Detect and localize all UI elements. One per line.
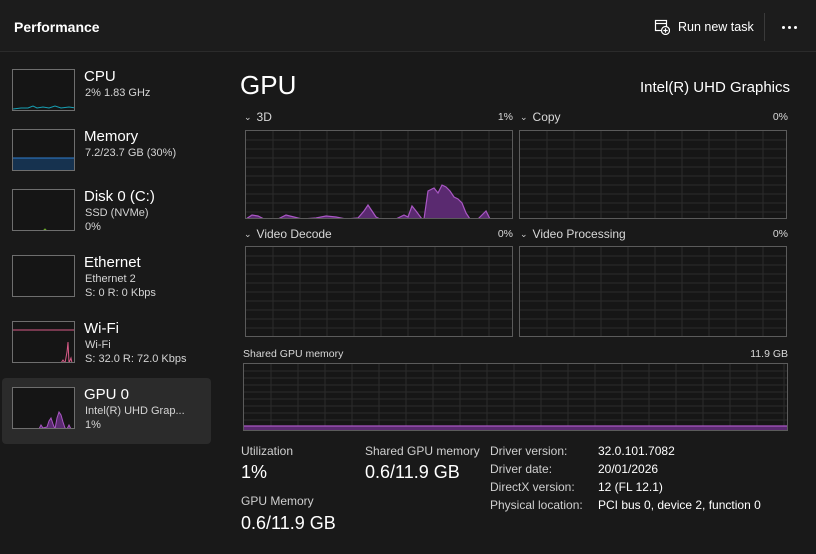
shared-gpu-memory-label: Shared GPU memory [365, 444, 480, 458]
run-new-task-label: Run new task [678, 20, 754, 34]
engine-label: 3D [256, 110, 272, 124]
engine-label: Video Processing [532, 227, 626, 241]
gpu-memory-value: 0.6/11.9 GB [241, 513, 336, 533]
memory-thumbnail-graph [12, 129, 75, 171]
gpu-device-name: Intel(R) UHD Graphics [639, 79, 790, 96]
chevron-down-icon: ⌄ [520, 111, 528, 122]
sidebar-item-memory[interactable]: Memory 7.2/23.7 GB (30%) [2, 120, 211, 186]
chevron-down-icon: ⌄ [244, 228, 252, 239]
graph-3d-svg [246, 131, 512, 218]
sidebar-item-detail-2: S: 32.0 R: 72.0 Kbps [85, 353, 187, 365]
more-horizontal-icon [780, 25, 798, 29]
gpu-thumbnail-graph [12, 387, 75, 429]
driver-version-label: Driver version: [490, 444, 568, 458]
sidebar-item-detail-2: 1% [85, 419, 101, 431]
graph-3d [245, 130, 513, 219]
graph-video-processing-svg [520, 247, 786, 336]
sidebar-item-gpu-0[interactable]: GPU 0 Intel(R) UHD Grap... 1% [2, 378, 211, 444]
graph-copy-svg [520, 131, 786, 218]
run-task-icon [654, 19, 670, 35]
shared-memory-label: Shared GPU memory [243, 348, 344, 360]
sidebar-item-name: GPU 0 [84, 386, 130, 403]
driver-date-value: 20/01/2026 [598, 462, 659, 476]
gpu-memory-label: GPU Memory [241, 494, 314, 508]
engine-selector-video-decode[interactable]: ⌄ Video Decode [244, 227, 332, 241]
graph-video-decode [245, 246, 513, 337]
sidebar-item-name: Memory [84, 128, 139, 145]
sidebar-item-name: CPU [84, 68, 116, 85]
chevron-down-icon: ⌄ [520, 228, 528, 239]
ethernet-thumbnail-graph [12, 255, 75, 297]
sidebar-item-detail: Wi-Fi [85, 339, 111, 351]
cpu-thumbnail-graph [12, 69, 75, 111]
toolbar-divider [764, 13, 765, 41]
driver-date-label: Driver date: [490, 462, 553, 476]
shared-memory-max: 11.9 GB [750, 348, 788, 360]
graph-video-processing [519, 246, 787, 337]
sidebar-item-name: Wi-Fi [84, 320, 119, 337]
directx-version-label: DirectX version: [490, 480, 575, 494]
graph-shared-memory-svg [244, 364, 787, 430]
sidebar-item-detail: 7.2/23.7 GB (30%) [85, 147, 177, 159]
run-new-task-button[interactable]: Run new task [646, 12, 762, 42]
utilization-value: 1% [241, 462, 268, 482]
top-bar: Performance Run new task [0, 0, 816, 52]
disk-thumbnail-graph [12, 189, 75, 231]
sidebar-item-detail: 2% 1.83 GHz [85, 87, 151, 99]
graph-copy [519, 130, 787, 219]
engine-percent: 1% [497, 111, 513, 123]
directx-version-value: 12 (FL 12.1) [598, 480, 663, 494]
engine-percent: 0% [772, 228, 788, 240]
engine-selector-video-processing[interactable]: ⌄ Video Processing [520, 227, 626, 241]
physical-location-label: Physical location: [490, 498, 583, 512]
sidebar-item-ethernet[interactable]: Ethernet Ethernet 2 S: 0 R: 0 Kbps [2, 246, 211, 312]
engine-selector-3d[interactable]: ⌄ 3D [244, 110, 272, 124]
more-options-button[interactable] [772, 12, 806, 42]
driver-version-value: 32.0.101.7082 [598, 444, 675, 458]
engine-percent: 0% [497, 228, 513, 240]
physical-location-value: PCI bus 0, device 2, function 0 [598, 498, 761, 512]
sidebar-item-name: Ethernet [84, 254, 141, 271]
sidebar-item-detail-2: 0% [85, 221, 101, 233]
sidebar-item-detail-2: S: 0 R: 0 Kbps [85, 287, 156, 299]
engine-selector-copy[interactable]: ⌄ Copy [520, 110, 561, 124]
gpu-title: GPU [240, 70, 297, 100]
chevron-down-icon: ⌄ [244, 111, 252, 122]
engine-label: Video Decode [256, 227, 332, 241]
sidebar-item-name: Disk 0 (C:) [84, 188, 155, 205]
sidebar-item-detail: SSD (NVMe) [85, 207, 149, 219]
sidebar-item-cpu[interactable]: CPU 2% 1.83 GHz [2, 60, 211, 126]
page-title: Performance [14, 19, 100, 35]
sidebar-item-disk-0[interactable]: Disk 0 (C:) SSD (NVMe) 0% [2, 180, 211, 246]
sidebar-item-wifi[interactable]: Wi-Fi Wi-Fi S: 32.0 R: 72.0 Kbps [2, 312, 211, 378]
engine-percent: 0% [772, 111, 788, 123]
graph-video-decode-svg [246, 247, 512, 336]
sidebar-item-detail: Intel(R) UHD Grap... [85, 405, 185, 417]
sidebar-item-detail: Ethernet 2 [85, 273, 136, 285]
engine-label: Copy [532, 110, 561, 124]
utilization-label: Utilization [241, 444, 294, 458]
graph-shared-memory [243, 363, 788, 431]
wifi-thumbnail-graph [12, 321, 75, 363]
shared-gpu-memory-value: 0.6/11.9 GB [365, 462, 460, 482]
